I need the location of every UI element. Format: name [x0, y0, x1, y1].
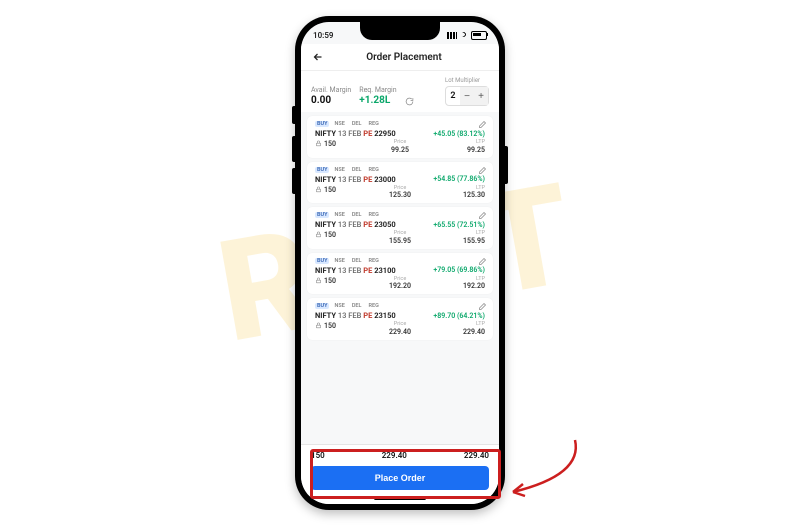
tag-del: DEL — [350, 303, 364, 309]
tag-nse: NSE — [332, 121, 346, 127]
header: Order Placement — [301, 44, 499, 71]
lot-value: 2 — [446, 91, 460, 101]
tag-buy: BUY — [315, 121, 329, 127]
ltp-col: LTP99.25 — [428, 140, 485, 154]
lock-icon — [315, 231, 322, 238]
symbol: NIFTY 13 FEB PE 23150 — [315, 311, 396, 320]
tag-row: BUY NSE DEL REG — [315, 303, 485, 309]
change-value: +45.05 (83.12%) — [433, 130, 485, 138]
tag-reg: REG — [367, 167, 381, 173]
edit-icon[interactable] — [478, 257, 487, 266]
order-card[interactable]: BUY NSE DEL REG NIFTY 13 FEB PE 23000 +5… — [307, 162, 493, 204]
tag-nse: NSE — [332, 303, 346, 309]
price-col: Price155.95 — [372, 231, 429, 245]
order-card[interactable]: BUY NSE DEL REG NIFTY 13 FEB PE 23150 +8… — [307, 298, 493, 340]
avail-margin-label: Avail. Margin — [311, 86, 351, 94]
symbol: NIFTY 13 FEB PE 22950 — [315, 129, 396, 138]
order-card[interactable]: BUY NSE DEL REG NIFTY 13 FEB PE 23100 +7… — [307, 253, 493, 295]
refresh-icon[interactable] — [405, 96, 415, 106]
change-value: +54.85 (77.86%) — [433, 175, 485, 183]
qty-col: 150 — [315, 277, 372, 291]
signal-icon — [447, 32, 457, 39]
symbol: NIFTY 13 FEB PE 23100 — [315, 266, 396, 275]
order-list[interactable]: BUY NSE DEL REG NIFTY 13 FEB PE 22950 +4… — [301, 116, 499, 414]
avail-margin-value: 0.00 — [311, 95, 351, 106]
price-col: Price125.30 — [372, 186, 429, 200]
ltp-col: LTP229.40 — [428, 322, 485, 336]
battery-icon — [471, 31, 487, 40]
lock-icon — [315, 277, 322, 284]
place-order-button[interactable]: Place Order — [311, 466, 489, 490]
tag-del: DEL — [350, 121, 364, 127]
bottom-bar: 150 229.40 229.40 Place Order — [301, 444, 499, 504]
tag-nse: NSE — [332, 212, 346, 218]
ltp-col: LTP155.95 — [428, 231, 485, 245]
price-col: Price192.20 — [372, 277, 429, 291]
lock-icon — [315, 140, 322, 147]
change-value: +79.05 (69.86%) — [433, 266, 485, 274]
lot-minus-button[interactable]: − — [460, 87, 474, 105]
tag-buy: BUY — [315, 212, 329, 218]
change-value: +65.55 (72.51%) — [433, 221, 485, 229]
tag-del: DEL — [350, 212, 364, 218]
tag-reg: REG — [367, 212, 381, 218]
tag-reg: REG — [367, 121, 381, 127]
req-margin: Req. Margin +1.28L — [359, 86, 396, 106]
tag-buy: BUY — [315, 167, 329, 173]
home-indicator — [374, 497, 426, 500]
bottom-ltp: 229.40 — [464, 451, 489, 460]
phone-frame: 10:59 Order Placement Avail. Margin 0.00 — [295, 16, 505, 510]
bottom-price: 229.40 — [382, 451, 407, 460]
status-time: 10:59 — [313, 31, 333, 40]
tag-row: BUY NSE DEL REG — [315, 167, 485, 173]
lot-label: Lot Multiplier — [445, 77, 489, 84]
req-margin-label: Req. Margin — [359, 86, 396, 94]
tag-del: DEL — [350, 167, 364, 173]
qty-col: 150 — [315, 231, 372, 245]
edit-icon[interactable] — [478, 302, 487, 311]
tag-nse: NSE — [332, 167, 346, 173]
req-margin-value: +1.28L — [359, 95, 396, 106]
tag-reg: REG — [367, 303, 381, 309]
ltp-col: LTP125.30 — [428, 186, 485, 200]
lock-icon — [315, 322, 322, 329]
price-col: Price99.25 — [372, 140, 429, 154]
qty-col: 150 — [315, 186, 372, 200]
status-icons — [447, 31, 487, 40]
screen: 10:59 Order Placement Avail. Margin 0.00 — [301, 22, 499, 504]
tag-nse: NSE — [332, 258, 346, 264]
order-card[interactable]: BUY NSE DEL REG NIFTY 13 FEB PE 22950 +4… — [307, 116, 493, 158]
qty-col: 150 — [315, 140, 372, 154]
edit-icon[interactable] — [478, 166, 487, 175]
symbol: NIFTY 13 FEB PE 23000 — [315, 175, 396, 184]
avail-margin: Avail. Margin 0.00 — [311, 86, 351, 106]
lock-icon — [315, 186, 322, 193]
tag-row: BUY NSE DEL REG — [315, 258, 485, 264]
annotation-arrow — [495, 420, 585, 510]
tag-row: BUY NSE DEL REG — [315, 212, 485, 218]
lot-multiplier: Lot Multiplier 2 − + — [445, 77, 489, 106]
edit-icon[interactable] — [478, 120, 487, 129]
change-value: +89.70 (64.21%) — [433, 312, 485, 320]
margin-row: Avail. Margin 0.00 Req. Margin +1.28L Lo… — [301, 71, 499, 112]
order-card[interactable]: BUY NSE DEL REG NIFTY 13 FEB PE 23050 +6… — [307, 207, 493, 249]
lot-plus-button[interactable]: + — [474, 87, 488, 105]
tag-buy: BUY — [315, 258, 329, 264]
tag-reg: REG — [367, 258, 381, 264]
bottom-summary: 150 229.40 229.40 — [311, 451, 489, 460]
tag-del: DEL — [350, 258, 364, 264]
bottom-qty: 150 — [311, 451, 325, 460]
qty-col: 150 — [315, 322, 372, 336]
lot-stepper[interactable]: 2 − + — [445, 86, 489, 106]
price-col: Price229.40 — [372, 322, 429, 336]
edit-icon[interactable] — [478, 211, 487, 220]
wifi-icon — [459, 31, 469, 39]
symbol: NIFTY 13 FEB PE 23050 — [315, 220, 396, 229]
page-title: Order Placement — [319, 52, 489, 63]
tag-row: BUY NSE DEL REG — [315, 121, 485, 127]
notch — [360, 22, 440, 40]
tag-buy: BUY — [315, 303, 329, 309]
ltp-col: LTP192.20 — [428, 277, 485, 291]
